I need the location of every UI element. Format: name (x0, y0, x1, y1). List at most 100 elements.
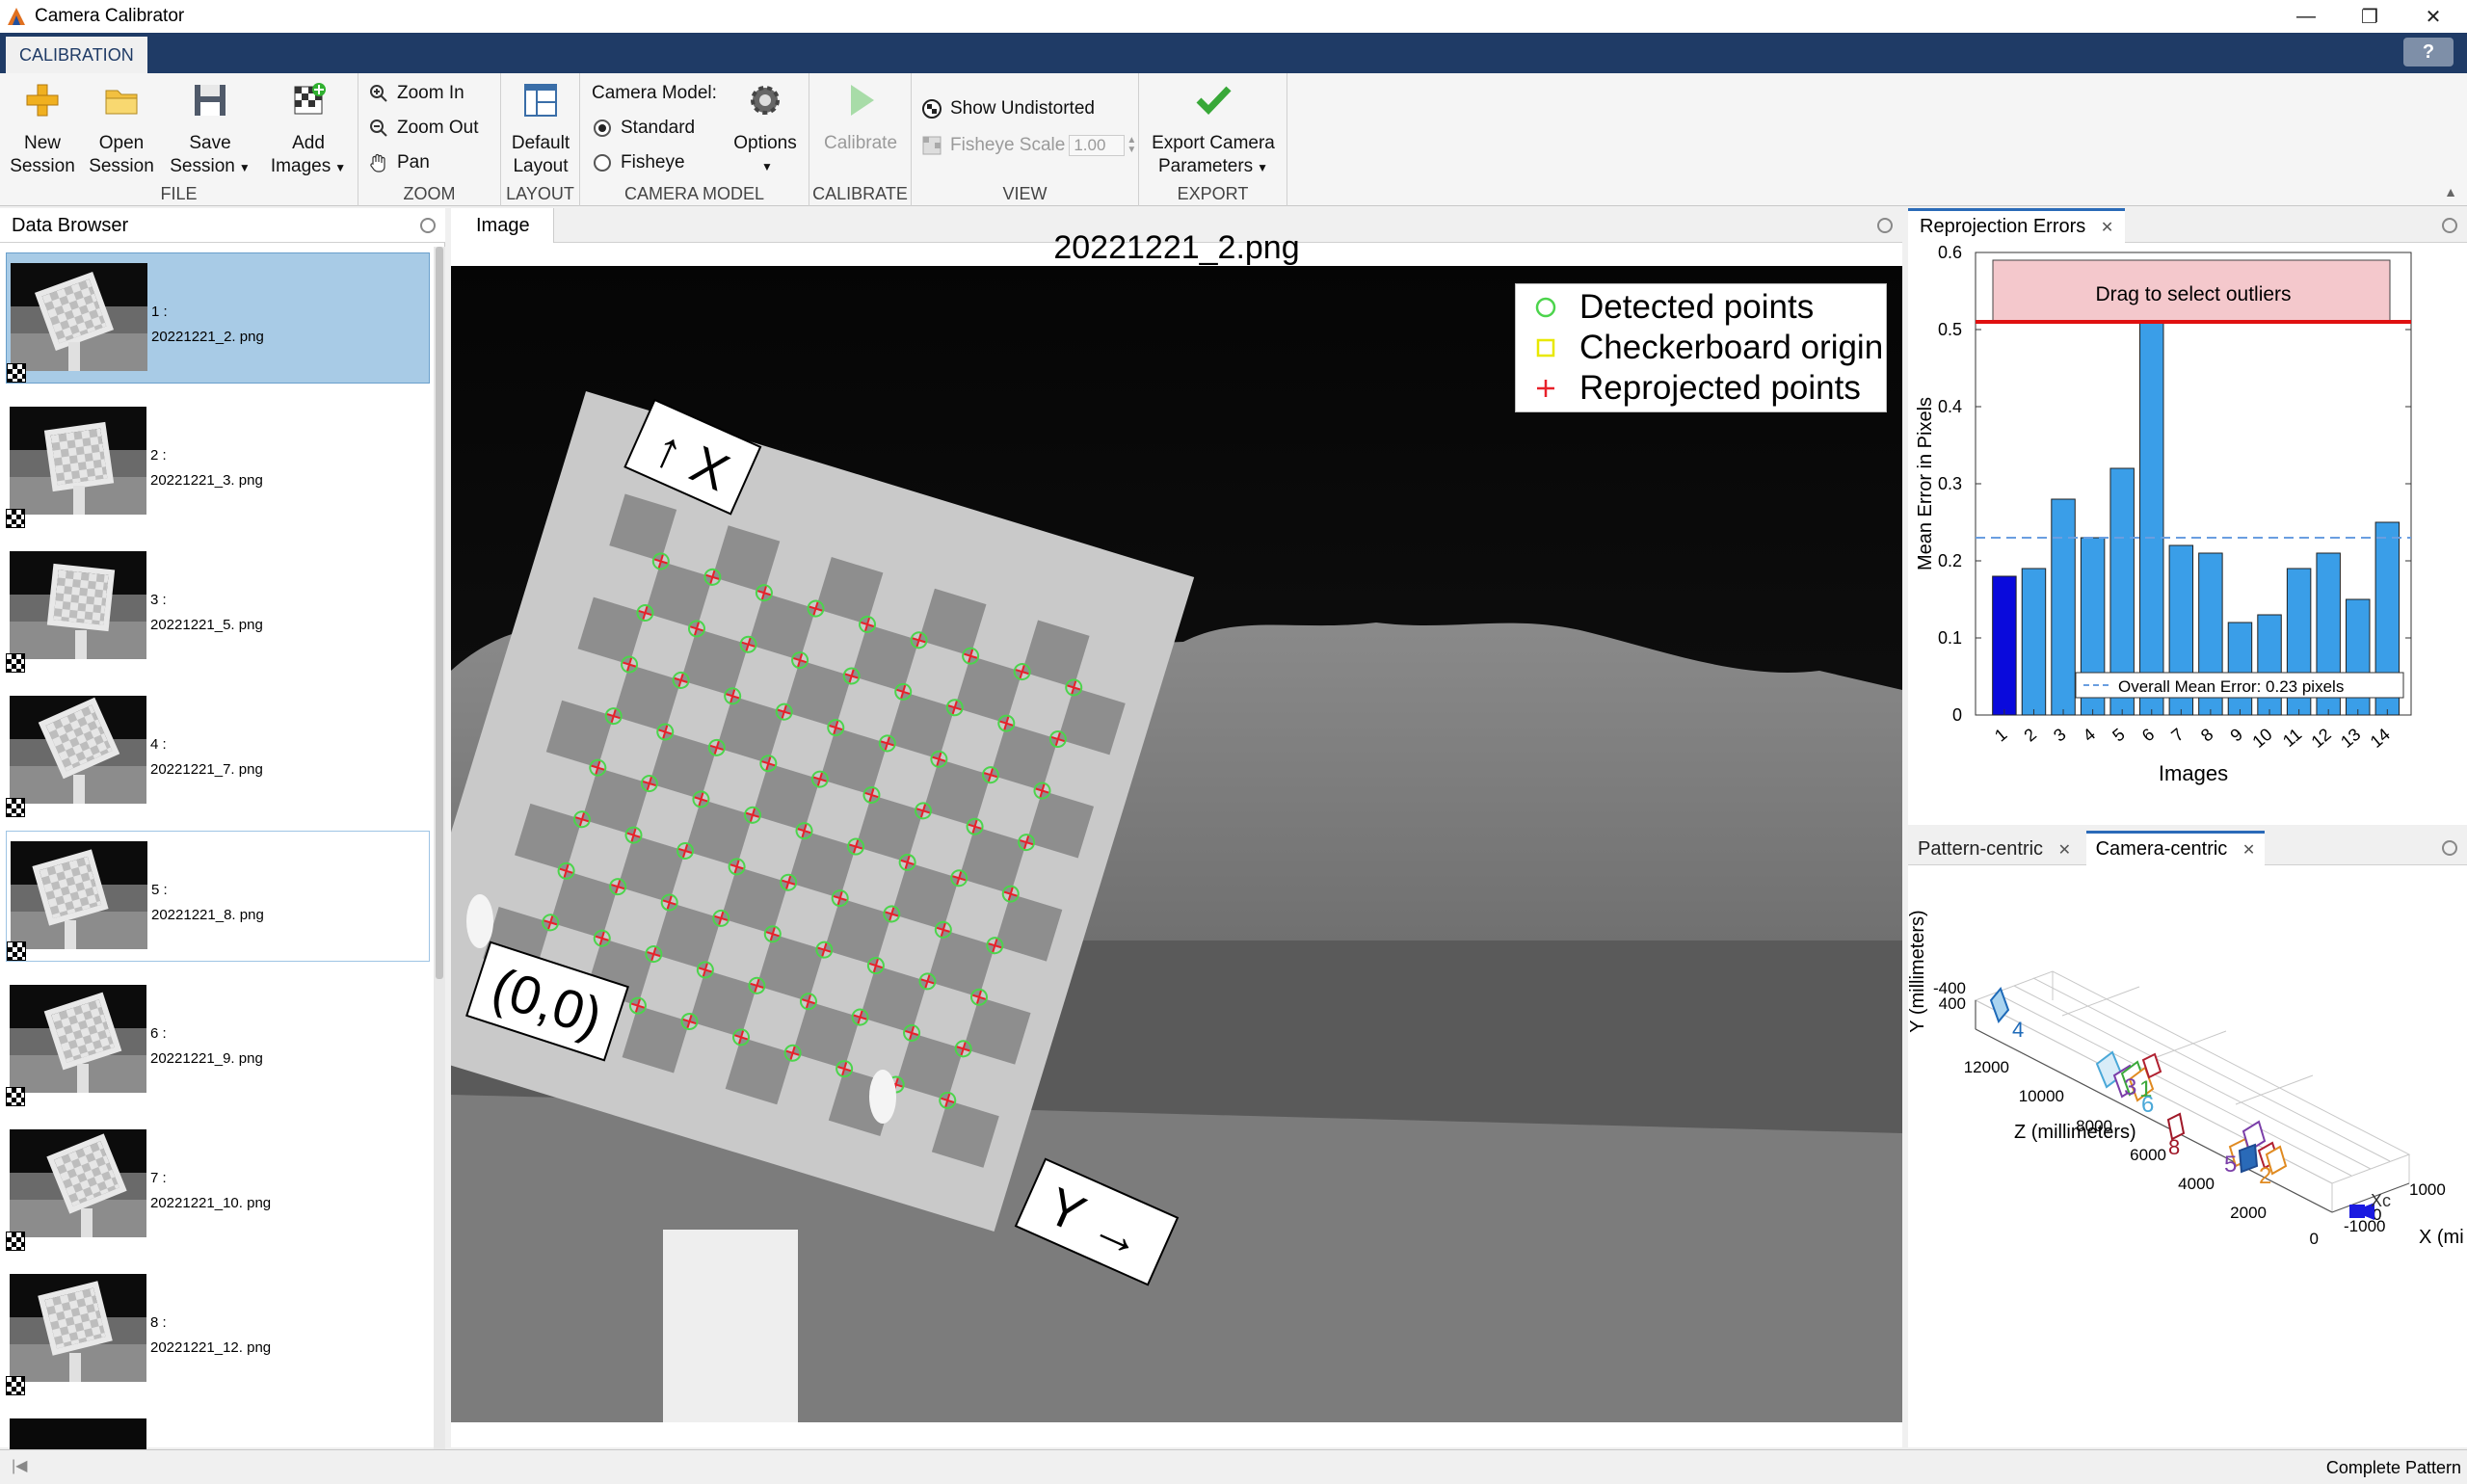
thumbnail-item[interactable]: 5 : 20221221_8. png (6, 831, 430, 962)
reprojection-options-icon[interactable] (2442, 218, 2457, 233)
zoom-in-button[interactable]: Zoom In (368, 83, 464, 104)
browser-scrollbar-thumb[interactable] (436, 247, 443, 979)
legend-detected-marker (1531, 296, 1560, 319)
thumbnail-item-partial[interactable] (6, 1409, 430, 1453)
x-tick-label: 11 (2279, 725, 2305, 751)
thumbnail-item[interactable]: 2 : 20221221_3. png (6, 397, 430, 528)
close-reprojection-tab-icon[interactable]: ✕ (2101, 220, 2113, 236)
help-button[interactable]: ? (2403, 38, 2454, 66)
extrinsics-options-icon[interactable] (2442, 840, 2457, 856)
thumbnail-index: 6 : (150, 1025, 167, 1042)
extrinsics-panel: Pattern-centric ✕ Camera-centric ✕ Y (mi… (1908, 831, 2467, 1447)
export-label-2: Parameters ▼ (1143, 155, 1284, 179)
view-group-label: VIEW (1002, 184, 1048, 203)
save-dropdown-icon[interactable]: ▼ (239, 161, 251, 174)
legend-reprojected-marker (1531, 377, 1560, 400)
standard-radio[interactable]: Standard (594, 118, 695, 139)
thumbnail-caption: 8 : 20221221_12. png (150, 1311, 271, 1361)
default-layout-label-1: Default (511, 133, 570, 153)
error-bar[interactable] (2257, 614, 2282, 716)
calibrate-button[interactable]: Calibrate (813, 81, 908, 155)
maximize-button[interactable]: ❐ (2338, 0, 2401, 33)
error-bar[interactable] (2051, 498, 2076, 716)
thumbnail-item[interactable]: 4 : 20221221_7. png (6, 686, 430, 817)
options-dropdown-icon[interactable]: ▼ (729, 155, 806, 178)
show-undistorted-button[interactable]: Show Undistorted (921, 98, 1095, 119)
error-bar[interactable] (2227, 622, 2253, 716)
thumbnail-filename: 20221221_7. png (150, 761, 263, 778)
error-bar[interactable] (1992, 575, 2017, 716)
image-canvas: ↑ X Y → (0,0) (451, 266, 1902, 1422)
pattern-centric-label: Pattern-centric (1918, 838, 2044, 860)
close-camera-centric-icon[interactable]: ✕ (2242, 842, 2255, 859)
thumbnail-caption: 2 : 20221221_3. png (150, 443, 263, 493)
thumbnail-image (10, 985, 146, 1093)
x-tick-1000: 1000 (2409, 1180, 2446, 1199)
file-group: New Session Open Session Save Session ▼ A… (0, 73, 358, 206)
save-session-button[interactable]: Save Session ▼ (166, 81, 254, 179)
x-tick-label: 14 (2367, 725, 2394, 752)
thumbnail-item[interactable]: 7 : 20221221_10. png (6, 1120, 430, 1251)
add-images-label-text: Images (270, 156, 332, 176)
outlier-label: Drag to select outliers (2095, 283, 2291, 305)
new-session-button[interactable]: New Session (6, 81, 79, 178)
view-group: Show Undistorted Fisheye Scale 1.00 ▲ ▼ V… (912, 73, 1139, 206)
options-button[interactable]: Options ▼ (725, 81, 806, 178)
thumbnail-item[interactable]: 1 : 20221221_2. png (6, 252, 430, 384)
show-undistorted-label: Show Undistorted (950, 98, 1095, 119)
file-group-label: FILE (160, 184, 198, 203)
thumbnail-filename: 20221221_2. png (151, 329, 264, 345)
z-tick-2000: 2000 (2230, 1204, 2267, 1222)
standard-radio-indicator[interactable] (594, 119, 611, 137)
y-tick-label: 0.6 (1938, 243, 1962, 262)
thumbnail-board (46, 563, 116, 632)
thumbnail-person (69, 1353, 81, 1382)
image-legend: Detected points Checkerboard origin Repr… (1515, 283, 1887, 412)
reprojection-error-chart[interactable]: 00.10.20.30.40.50.61 2 3 4 5 6 7 8 9 10 11 12 13 14Dr… (1908, 243, 2467, 825)
default-layout-button[interactable]: Default Layout (503, 81, 578, 178)
extrinsics-3d-plot[interactable]: Y (millimeters) -400 400 Z (millimeters)… (1908, 865, 2467, 1444)
thumbnail-index: 2 : (150, 447, 167, 464)
export-dropdown-icon[interactable]: ▼ (1257, 161, 1268, 174)
fisheye-radio-indicator[interactable] (594, 154, 611, 172)
x-tick-label: 10 (2248, 725, 2275, 752)
tab-pattern-centric[interactable]: Pattern-centric ✕ (1908, 832, 2081, 866)
toolstrip: New Session Open Session Save Session ▼ A… (0, 73, 2467, 206)
fisheye-scale-icon (922, 136, 942, 155)
board-8: 8 (2166, 1112, 2186, 1159)
panel-options-icon[interactable] (420, 218, 436, 233)
zoom-out-icon (370, 119, 387, 137)
new-session-label-2: Session (10, 156, 75, 176)
tab-calibration[interactable]: CALIBRATION (6, 37, 147, 73)
thumbnail-caption: 5 : 20221221_8. png (151, 878, 264, 928)
new-session-icon (26, 84, 59, 117)
status-scroll-start-icon[interactable]: |◀ (12, 1456, 27, 1475)
thumbnail-item[interactable]: 6 : 20221221_9. png (6, 975, 430, 1106)
export-camera-parameters-button[interactable]: Export Camera Parameters ▼ (1143, 81, 1284, 179)
error-bar[interactable] (2021, 568, 2047, 716)
minimize-button[interactable]: — (2274, 0, 2338, 33)
open-session-button[interactable]: Open Session (85, 81, 158, 178)
thumbnail-filename: 20221221_12. png (150, 1339, 272, 1356)
fisheye-scale-label: Fisheye Scale (950, 135, 1066, 155)
add-images-icon (294, 83, 326, 115)
tab-camera-centric[interactable]: Camera-centric ✕ (2085, 831, 2266, 865)
fisheye-radio[interactable]: Fisheye (594, 152, 685, 173)
calibration-image[interactable]: ↑ X Y → (0,0) Detected points Checkerboa… (451, 266, 1902, 1422)
thumbnail-item[interactable]: 3 : 20221221_5. png (6, 542, 430, 673)
browser-scrollbar[interactable] (434, 247, 445, 1449)
thumbnail-item[interactable]: 8 : 20221221_12. png (6, 1264, 430, 1395)
zoom-out-button[interactable]: Zoom Out (368, 118, 478, 139)
tab-reprojection-errors[interactable]: Reprojection Errors ✕ (1908, 208, 2126, 243)
close-window-button[interactable]: ✕ (2401, 0, 2465, 33)
collapse-ribbon-icon[interactable]: ▲ (2444, 184, 2457, 199)
pan-button[interactable]: Pan (368, 152, 430, 173)
open-session-label-2: Session (89, 156, 154, 176)
add-images-button[interactable]: Add Images ▼ (264, 81, 353, 179)
close-pattern-centric-icon[interactable]: ✕ (2058, 842, 2071, 859)
export-label-text: Parameters (1157, 156, 1254, 176)
add-images-dropdown-icon[interactable]: ▼ (334, 161, 346, 174)
thumbnail-index: 4 : (150, 736, 167, 753)
error-bar[interactable] (2139, 321, 2164, 716)
thumbnail-person (68, 342, 80, 371)
